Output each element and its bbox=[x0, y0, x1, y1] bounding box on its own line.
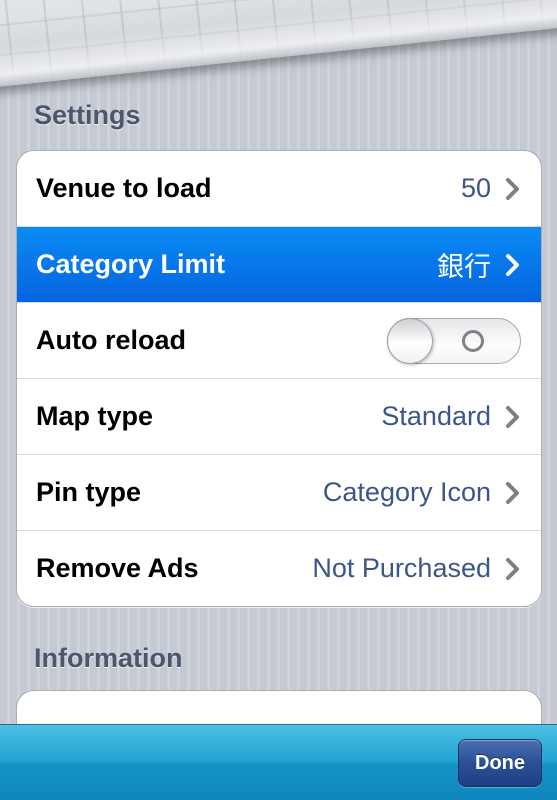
row-label: Remove Ads bbox=[36, 553, 199, 583]
information-section-header: Information bbox=[34, 643, 183, 673]
off-indicator-icon bbox=[462, 329, 484, 352]
chevron-right-icon bbox=[506, 557, 519, 580]
remove-ads-row[interactable]: Remove Ads Not Purchased bbox=[17, 530, 541, 606]
settings-screen: Settings Venue to load 50 Category Limit… bbox=[0, 0, 557, 800]
map-type-row[interactable]: Map type Standard bbox=[17, 378, 541, 454]
row-value: Standard bbox=[381, 401, 491, 431]
chevron-right-icon bbox=[506, 405, 519, 428]
category-limit-row[interactable]: Category Limit 銀行 bbox=[17, 226, 541, 302]
settings-group: Venue to load 50 Category Limit 銀行 Auto … bbox=[16, 150, 542, 607]
venue-to-load-row[interactable]: Venue to load 50 bbox=[17, 151, 541, 226]
chevron-right-icon bbox=[506, 253, 519, 276]
map-page-curl[interactable] bbox=[0, 0, 557, 90]
row-value: Category Icon bbox=[322, 477, 491, 507]
row-label: Pin type bbox=[36, 477, 142, 507]
row-value: 50 bbox=[460, 173, 491, 203]
row-label: Auto reload bbox=[36, 325, 187, 355]
bottom-toolbar: Done bbox=[0, 724, 557, 800]
row-value: 銀行 bbox=[437, 252, 491, 282]
pin-type-row[interactable]: Pin type Category Icon bbox=[17, 454, 541, 530]
row-label: Venue to load bbox=[36, 173, 212, 203]
auto-reload-toggle[interactable] bbox=[387, 317, 521, 364]
settings-section-header: Settings bbox=[34, 100, 141, 130]
row-label: Map type bbox=[36, 401, 154, 431]
chevron-right-icon bbox=[506, 177, 519, 200]
row-label: Category Limit bbox=[36, 249, 226, 279]
auto-reload-row: Auto reload bbox=[17, 302, 541, 378]
chevron-right-icon bbox=[506, 481, 519, 504]
row-value: Not Purchased bbox=[312, 553, 491, 583]
toggle-knob bbox=[387, 317, 433, 364]
done-button[interactable]: Done bbox=[458, 739, 542, 787]
